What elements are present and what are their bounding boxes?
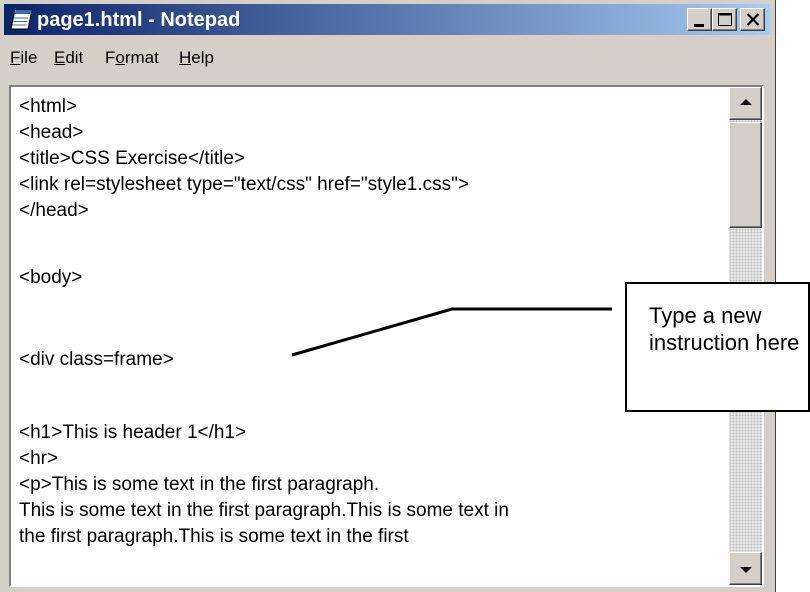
callout-text: Type a new instruction here: [649, 303, 800, 355]
callout-box: Type a new instruction here: [625, 282, 810, 412]
